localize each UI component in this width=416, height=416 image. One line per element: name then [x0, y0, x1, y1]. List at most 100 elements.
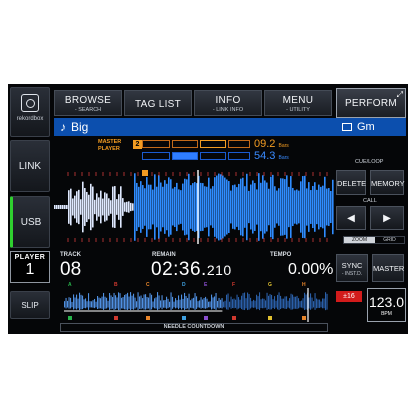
overview-bar	[262, 298, 264, 309]
slip-button[interactable]: SLIP	[10, 291, 50, 319]
usb-button[interactable]: USB	[10, 196, 50, 248]
track-caption: TRACK	[60, 252, 81, 258]
overview-bar	[163, 300, 165, 308]
overview-bar	[301, 300, 303, 308]
waveform-bar	[212, 186, 214, 228]
menu-button[interactable]: MENU - UTILITY	[264, 90, 332, 116]
delete-button[interactable]: DELETE	[336, 170, 366, 195]
overview-bar	[139, 296, 141, 309]
waveform-bar	[306, 188, 308, 226]
overview-bar	[94, 298, 96, 309]
sync-button[interactable]: SYNC - INST.D.	[336, 254, 368, 282]
track-title: Big	[71, 120, 89, 134]
remain-caption: REMAIN	[152, 252, 176, 258]
overview-bar	[67, 300, 69, 308]
call-prev-button[interactable]: ◀	[336, 206, 366, 230]
overview-bar	[247, 292, 249, 311]
overview-bar	[284, 296, 286, 309]
overview-bar	[229, 301, 231, 308]
overview-bar	[268, 295, 270, 310]
waveform-bar	[236, 187, 238, 227]
waveform-bar	[316, 189, 318, 225]
waveform-bar	[300, 181, 302, 233]
overview-bar	[236, 294, 238, 310]
info-button[interactable]: INFO - LINK INFO	[194, 90, 262, 116]
waveform-bar	[272, 174, 274, 240]
waveform-bar	[70, 188, 72, 226]
waveform-bar	[320, 186, 322, 228]
waveform-bar	[144, 188, 146, 226]
waveform-bar	[68, 190, 70, 224]
waveform-bar	[160, 182, 162, 232]
waveform-bar	[274, 186, 276, 228]
overview-bar	[313, 301, 315, 308]
beat-pad-active	[172, 152, 198, 160]
memory-cue-marker	[142, 170, 148, 176]
overview-bar	[146, 296, 148, 309]
waveform-bar	[258, 173, 260, 241]
beat-pad	[200, 140, 226, 148]
waveform-bar	[66, 205, 68, 209]
waveform-bar	[104, 192, 106, 222]
overview-bar	[257, 296, 259, 309]
master-button[interactable]: MASTER	[372, 254, 404, 282]
track-title-bar[interactable]: ♪ Big	[54, 118, 332, 136]
overview-bar	[322, 298, 324, 309]
overview-bar	[179, 299, 181, 308]
zoom-grid-toggle[interactable]: ZOOM GRID	[343, 236, 405, 244]
overview-bar	[218, 297, 220, 309]
waveform-bar	[118, 194, 120, 220]
overview-bar	[251, 301, 253, 308]
key-value: Gm	[357, 121, 375, 133]
waveform-bar	[308, 182, 310, 232]
waveform-bar	[154, 174, 156, 240]
overview-bar	[134, 297, 136, 309]
waveform-bar	[84, 188, 86, 226]
waveform-bar	[106, 193, 108, 221]
browse-sublabel: - SEARCH	[74, 107, 102, 113]
perform-button[interactable]: ⤢ PERFORM	[336, 88, 406, 118]
waveform-bar	[238, 183, 240, 231]
overview-bar	[148, 297, 150, 309]
overview-bar	[223, 301, 225, 308]
key-icon	[342, 123, 352, 131]
call-next-button[interactable]: ▶	[370, 206, 404, 230]
overview-bar	[142, 298, 144, 309]
waveform-bar	[210, 188, 212, 226]
waveform-bar	[326, 188, 328, 226]
waveform-bar	[280, 178, 282, 236]
perform-label: PERFORM	[344, 98, 398, 109]
bars-unit: Bars	[278, 155, 289, 161]
overview-bar	[182, 298, 184, 309]
overview-bar	[170, 292, 172, 311]
waveform-bar	[188, 173, 190, 241]
hot-cue-marker	[68, 316, 72, 320]
overview-bar	[125, 294, 127, 310]
memory-button[interactable]: MEMORY	[370, 170, 405, 195]
overview-bar	[89, 301, 91, 308]
bars-readout-master: 09.2 Bars	[254, 138, 289, 150]
overview-bar	[203, 297, 205, 309]
waveform-bar	[298, 190, 300, 224]
overview-bar	[238, 297, 240, 309]
needle-countdown[interactable]: NEEDLE COUNTDOWN	[60, 323, 328, 332]
overview-bar	[127, 292, 129, 310]
overview-bar	[91, 301, 93, 308]
tag-list-button[interactable]: TAG LIST	[124, 90, 192, 116]
overview-bar	[68, 297, 70, 309]
overview-bar	[298, 298, 300, 309]
waveform-zoomed[interactable]	[54, 170, 334, 244]
browse-button[interactable]: BROWSE - SEARCH	[54, 90, 122, 116]
overview-bar	[145, 294, 147, 310]
overview-bar	[79, 292, 81, 310]
waveform-bar	[114, 186, 116, 228]
rekordbox-button[interactable]: rekordbox	[10, 87, 50, 137]
link-button[interactable]: LINK	[10, 140, 50, 192]
waveform-bar	[138, 186, 140, 228]
overview-bar	[124, 294, 126, 310]
overview-bar	[83, 299, 85, 309]
waveform-bar	[166, 183, 168, 231]
waveform-overview[interactable]: A B C D E F G H	[54, 280, 334, 324]
overview-bar	[98, 297, 100, 309]
waveform-bar	[158, 175, 160, 239]
